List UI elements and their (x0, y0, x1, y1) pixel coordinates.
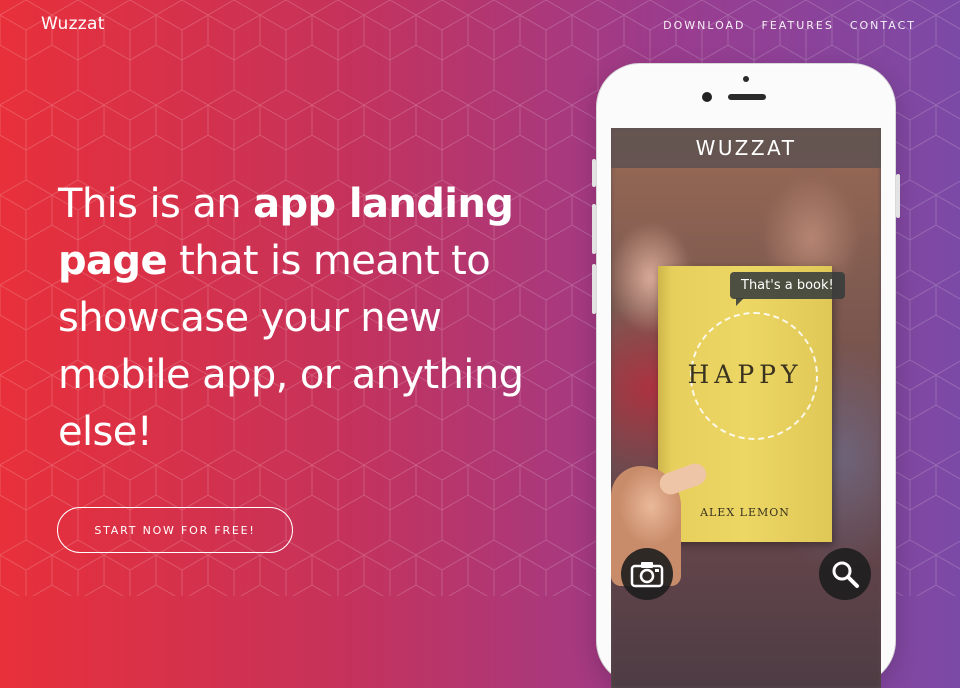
phone-screen: WUZZAT HAPPY ALEX LEMON That's a book! (611, 128, 881, 688)
phone-mute-switch (592, 159, 596, 187)
phone-sensor (743, 76, 749, 82)
nav-contact-link[interactable]: CONTACT (850, 19, 916, 32)
headline-text-1: This is an (58, 181, 254, 227)
app-title: WUZZAT (695, 136, 797, 160)
phone-front-camera (702, 92, 712, 102)
book-title: HAPPY (687, 360, 803, 389)
phone-mockup: WUZZAT HAPPY ALEX LEMON That's a book! (592, 63, 900, 688)
top-navigation: DOWNLOAD FEATURES CONTACT (663, 19, 916, 32)
book-cover: HAPPY ALEX LEMON (658, 266, 832, 542)
phone-volume-up (592, 204, 596, 254)
phone-volume-down (592, 264, 596, 314)
brand-logo-link[interactable]: Wuzzat (41, 14, 105, 34)
phone-speaker (728, 94, 766, 100)
nav-download-link[interactable]: DOWNLOAD (663, 19, 745, 32)
camera-icon (630, 562, 664, 588)
hero-headline: This is an app landing page that is mean… (58, 176, 538, 461)
camera-button[interactable] (621, 548, 673, 600)
phone-power-button (896, 174, 900, 218)
book-author: ALEX LEMON (700, 506, 790, 519)
app-header: WUZZAT (611, 128, 881, 168)
detection-bubble: That's a book! (730, 272, 845, 306)
search-icon (832, 561, 859, 588)
start-now-button[interactable]: START NOW FOR FREE! (57, 507, 293, 553)
search-button[interactable] (819, 548, 871, 600)
nav-features-link[interactable]: FEATURES (762, 19, 834, 32)
